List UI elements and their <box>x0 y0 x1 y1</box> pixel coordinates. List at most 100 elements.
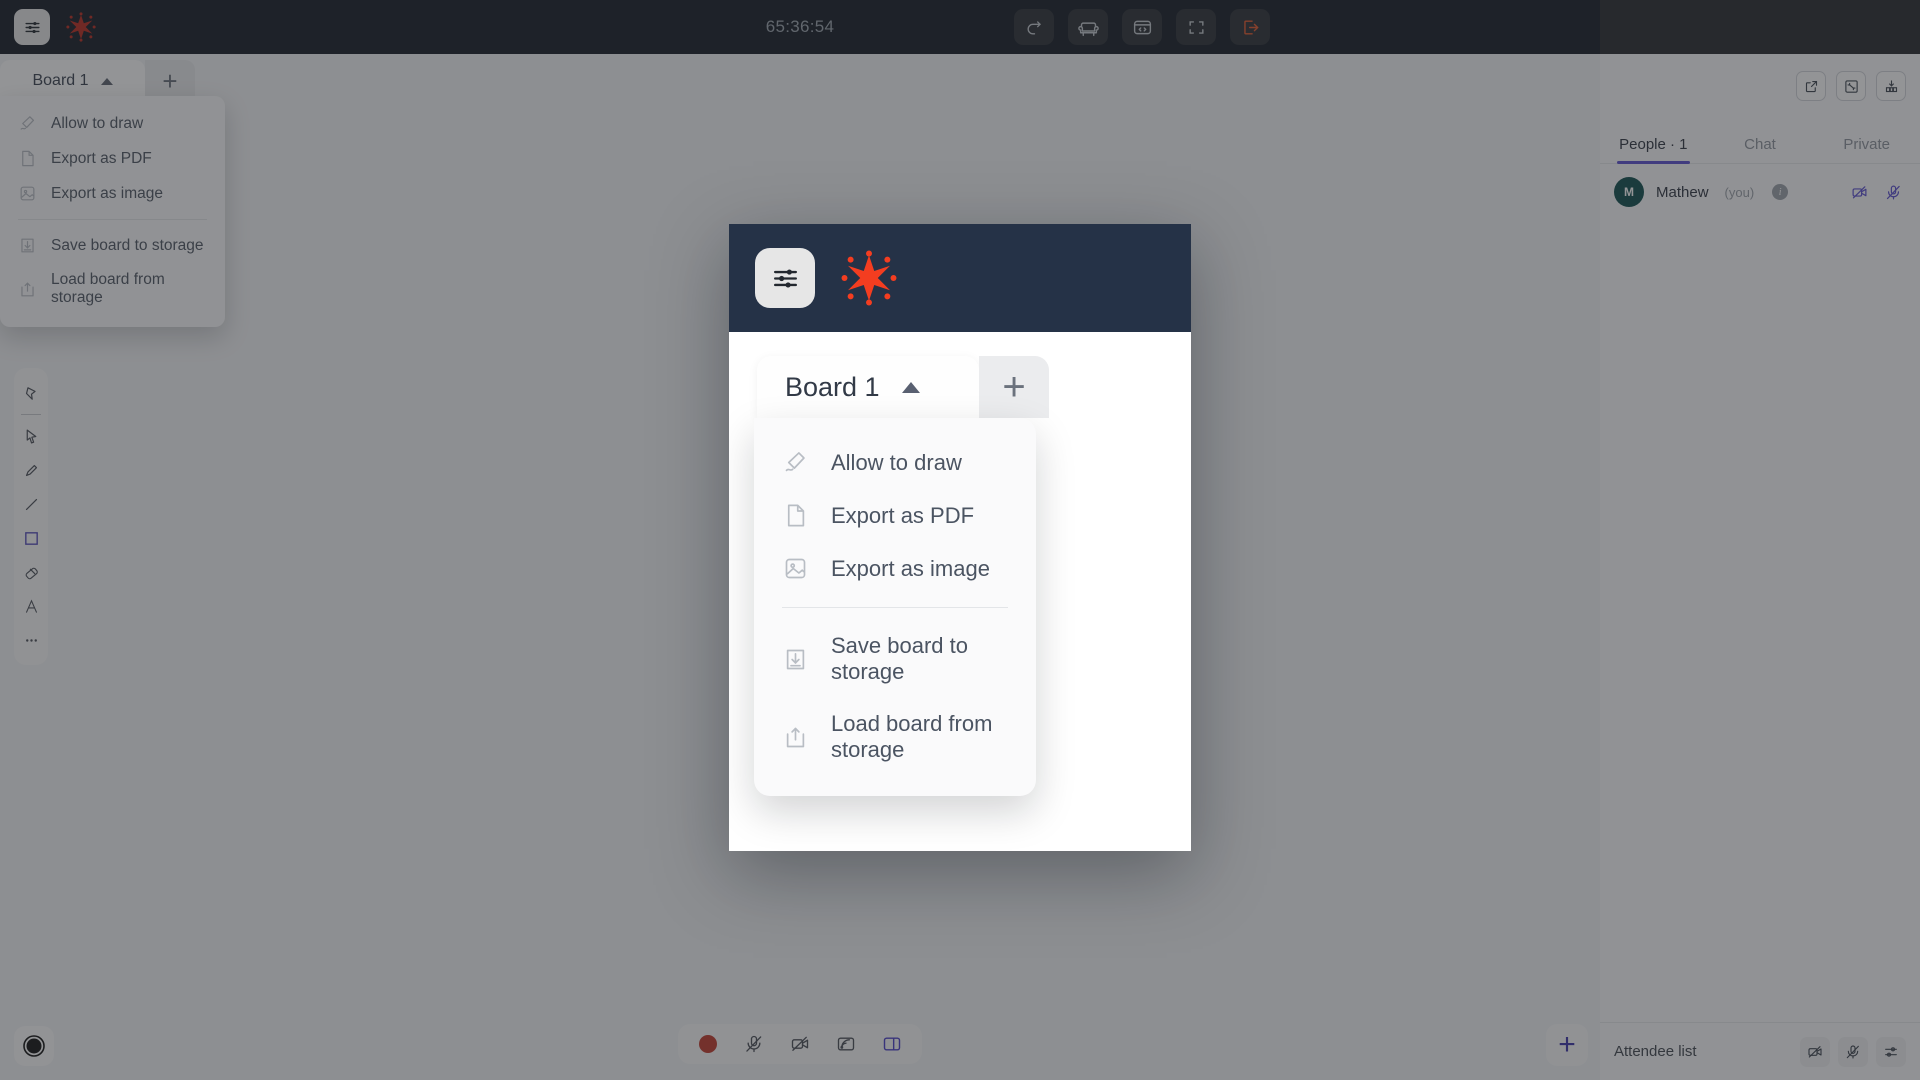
external-link-icon <box>1805 80 1817 92</box>
attendee-name: Mathew <box>1656 183 1709 201</box>
magnified-board-tab[interactable]: Board 1 <box>757 356 979 418</box>
settings-button[interactable] <box>14 9 50 45</box>
menu-item-allow-to-draw[interactable]: Allow to draw <box>0 106 225 141</box>
app-root: 65:36:54 Board 1 + Allow to draw Export … <box>0 0 1920 1080</box>
right-panel-footer: Attendee list <box>1600 1022 1920 1080</box>
magnified-top-bar <box>729 224 1191 332</box>
camera-off-icon <box>791 1036 809 1051</box>
magnified-board-tab-label: Board 1 <box>785 371 880 402</box>
circle-record-icon <box>23 1035 45 1057</box>
file-icon <box>18 149 37 168</box>
magnified-brand-logo[interactable] <box>841 250 897 306</box>
camera-off-all-button[interactable] <box>1800 1036 1830 1067</box>
code-window-icon <box>1133 20 1151 34</box>
square-icon <box>24 531 38 545</box>
cursor-icon <box>26 429 36 443</box>
select-tool[interactable] <box>17 419 45 453</box>
magnified-board-menu: Allow to draw Export as PDF Export as imag… <box>754 418 1036 796</box>
menu-item-allow-to-draw[interactable]: Allow to draw <box>754 436 1036 489</box>
right-panel-header <box>1600 54 1920 118</box>
add-button[interactable]: + <box>1546 1024 1588 1066</box>
right-panel-tabs: People · 1 Chat Private <box>1600 118 1920 164</box>
record-button[interactable] <box>696 1032 720 1056</box>
sliders-icon <box>1885 1046 1897 1057</box>
menu-item-export-as-pdf[interactable]: Export as PDF <box>0 141 225 176</box>
layout-grid-icon <box>1885 79 1897 92</box>
attendee-list-label: Attendee list <box>1614 1043 1697 1060</box>
settings-button[interactable] <box>1876 1036 1906 1067</box>
screenshare-button[interactable] <box>834 1032 858 1056</box>
top-bar-right-strip <box>1600 0 1920 54</box>
mic-off-all-button[interactable] <box>1838 1036 1868 1067</box>
fullscreen-button[interactable] <box>1176 9 1216 45</box>
meeting-controls <box>678 1024 922 1064</box>
menu-item-load-board-from-storage[interactable]: Load board from storage <box>754 698 1036 776</box>
download-box-icon <box>18 236 37 255</box>
pen-icon <box>782 449 809 476</box>
camera-toggle[interactable] <box>788 1032 812 1056</box>
mic-toggle[interactable] <box>742 1032 766 1056</box>
lounge-button[interactable] <box>1068 9 1108 45</box>
collapse-arrows-icon <box>1844 79 1858 93</box>
top-bar-actions <box>1014 0 1270 54</box>
info-badge[interactable]: i <box>1772 184 1789 200</box>
layout-button[interactable] <box>1876 71 1906 101</box>
board-tab-bar: Board 1 + <box>0 54 225 102</box>
more-tools[interactable] <box>17 623 45 657</box>
tab-people[interactable]: People · 1 <box>1600 136 1707 164</box>
menu-item-label: Allow to draw <box>831 449 962 475</box>
sticky-note-icon <box>25 386 36 400</box>
menu-item-load-board-from-storage[interactable]: Load board from storage <box>0 263 225 315</box>
menu-item-label: Load board from storage <box>831 711 993 762</box>
sidebar-panel-icon <box>883 1037 901 1051</box>
pen-icon <box>18 114 37 133</box>
record-dot-icon <box>699 1035 717 1053</box>
pencil-icon <box>25 464 37 476</box>
pencil-tool[interactable] <box>17 453 45 487</box>
avatar: M <box>1614 177 1644 207</box>
attendee-row-mathew[interactable]: M Mathew (you) i <box>1600 164 1920 220</box>
camera-off-button[interactable] <box>1846 179 1872 205</box>
sliders-icon <box>24 21 40 33</box>
mic-off-icon <box>1886 185 1900 199</box>
brand-logo[interactable] <box>66 12 96 42</box>
mic-off-button[interactable] <box>1880 179 1906 205</box>
tab-chat[interactable]: Chat <box>1707 136 1814 163</box>
right-panel: People · 1ChatPrivate M Mathew (you) i <box>1600 54 1920 1080</box>
menu-item-label: Load board from storage <box>51 271 165 306</box>
record-indicator[interactable] <box>14 1026 54 1066</box>
menu-item-export-as-image[interactable]: Export as image <box>0 176 225 211</box>
menu-item-label: Save board to storage <box>831 633 968 684</box>
eraser-tool[interactable] <box>17 555 45 589</box>
redo-button[interactable] <box>1014 9 1054 45</box>
menu-item-label: Allow to draw <box>51 114 144 132</box>
sticky-note-tool[interactable] <box>17 376 45 410</box>
collapse-button[interactable] <box>1836 71 1866 101</box>
menu-item-save-board-to-storage[interactable]: Save board to storage <box>754 620 1036 698</box>
embed-code-button[interactable] <box>1122 9 1162 45</box>
footer-actions <box>1800 1036 1906 1067</box>
top-bar: 65:36:54 <box>0 0 1600 54</box>
magnifier-panel: Board 1 + Allow to draw Export as PDF Expo… <box>729 224 1191 851</box>
panel-toggle[interactable] <box>880 1032 904 1056</box>
upload-box-icon <box>782 724 809 751</box>
magnified-add-board-button[interactable]: + <box>979 356 1049 418</box>
magnified-settings-button[interactable] <box>755 248 815 308</box>
tab-private[interactable]: Private <box>1813 136 1920 163</box>
brand-star-logo-icon <box>66 12 96 42</box>
popout-button[interactable] <box>1796 71 1826 101</box>
text-tool[interactable] <box>17 589 45 623</box>
sofa-icon <box>1077 21 1099 36</box>
rectangle-tool[interactable] <box>17 521 45 555</box>
line-tool[interactable] <box>17 487 45 521</box>
menu-item-save-board-to-storage[interactable]: Save board to storage <box>0 228 225 263</box>
menu-item-export-as-pdf[interactable]: Export as PDF <box>754 489 1036 542</box>
chevron-up-icon <box>901 381 920 393</box>
menu-item-export-as-image[interactable]: Export as image <box>754 542 1036 595</box>
sliders-icon <box>773 268 797 288</box>
attendee-actions <box>1846 179 1906 205</box>
image-icon <box>18 184 37 203</box>
ellipsis-icon <box>25 638 37 642</box>
leave-button[interactable] <box>1230 9 1270 45</box>
cast-icon <box>837 1037 855 1051</box>
